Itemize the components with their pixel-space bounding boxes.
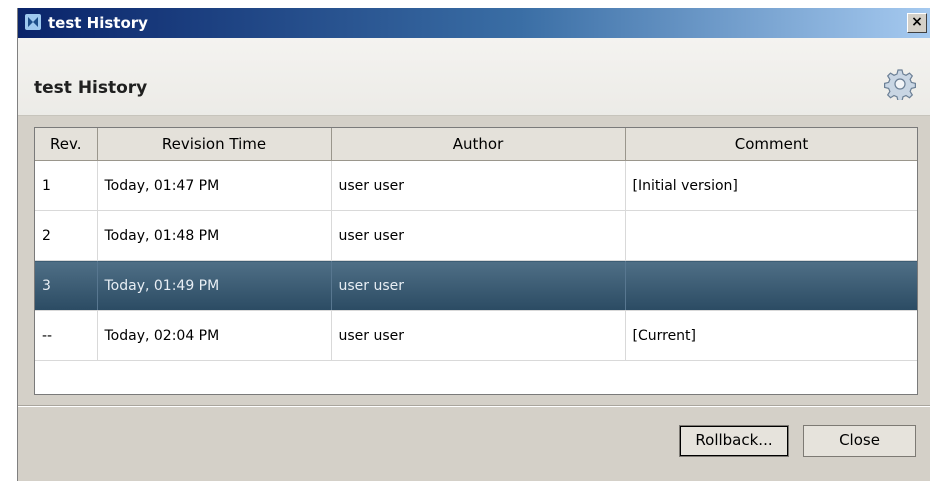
table-row-selected[interactable]: 3 Today, 01:49 PM user user — [35, 260, 917, 311]
rollback-button[interactable]: Rollback... — [679, 425, 789, 457]
cell-rev: 3 — [35, 260, 98, 311]
cell-author: user user — [331, 310, 626, 361]
title-bar[interactable]: test History × — [18, 8, 930, 38]
window-title: test History — [48, 14, 148, 32]
cell-rev: -- — [35, 310, 98, 361]
column-header-revision-time[interactable]: Revision Time — [97, 128, 332, 161]
footer-divider — [18, 405, 930, 407]
cell-rev: 2 — [35, 210, 98, 261]
close-button[interactable]: Close — [803, 425, 916, 457]
table-header-row: Rev. Revision Time Author Comment — [35, 128, 917, 161]
cell-comment — [625, 260, 917, 311]
cell-author: user user — [331, 260, 626, 311]
window-close-button[interactable]: × — [907, 13, 927, 33]
cell-rev: 1 — [35, 160, 98, 211]
dialog-title: test History — [34, 78, 148, 98]
cell-time: Today, 01:48 PM — [97, 210, 332, 261]
cell-comment — [625, 210, 917, 261]
column-header-author[interactable]: Author — [331, 128, 626, 161]
dialog-header: test History — [18, 38, 930, 116]
cell-author: user user — [331, 160, 626, 211]
app-icon — [25, 14, 41, 30]
table-row[interactable]: 2 Today, 01:48 PM user user — [35, 210, 917, 261]
table-row[interactable]: -- Today, 02:04 PM user user [Current] — [35, 310, 917, 361]
cell-comment: [Current] — [625, 310, 917, 361]
cell-time: Today, 01:49 PM — [97, 260, 332, 311]
column-header-rev[interactable]: Rev. — [35, 128, 98, 161]
gear-icon[interactable] — [884, 68, 916, 100]
cell-comment: [Initial version] — [625, 160, 917, 211]
column-header-comment[interactable]: Comment — [625, 128, 917, 161]
history-table[interactable]: Rev. Revision Time Author Comment 1 Toda… — [34, 127, 918, 395]
cell-author: user user — [331, 210, 626, 261]
cell-time: Today, 01:47 PM — [97, 160, 332, 211]
table-row[interactable]: 1 Today, 01:47 PM user user [Initial ver… — [35, 160, 917, 211]
cell-time: Today, 02:04 PM — [97, 310, 332, 361]
history-dialog: test History × test History Rev. Revisio… — [17, 8, 930, 481]
